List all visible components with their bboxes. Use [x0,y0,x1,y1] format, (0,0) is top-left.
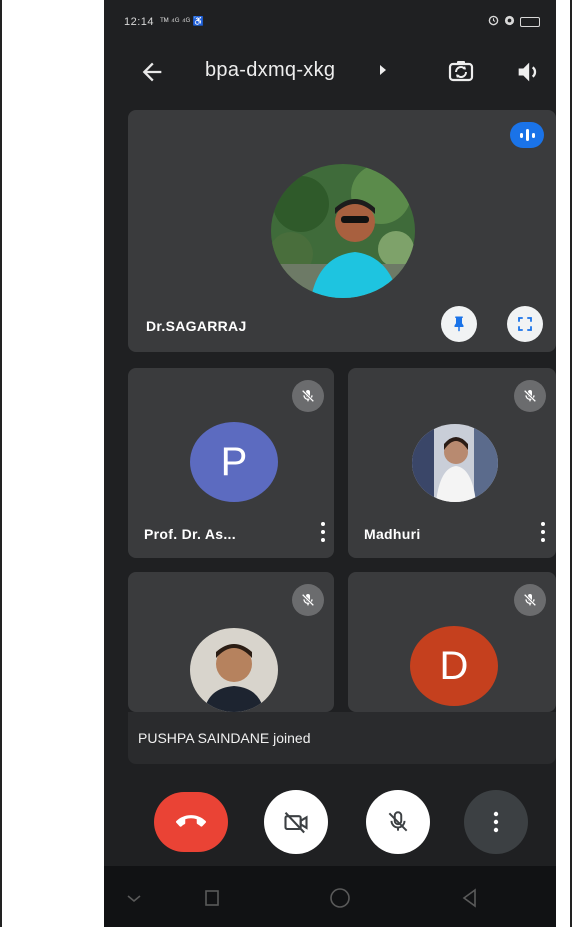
pin-icon [454,316,464,332]
toggle-camera-button[interactable] [264,790,328,854]
participant-avatar: D [410,626,498,706]
participant-avatar [271,164,415,298]
participant-tile[interactable]: Madhuri [348,368,556,558]
more-options-icon[interactable] [538,520,548,544]
wifi-icon [504,15,515,29]
battery-icon [520,17,540,27]
camera-off-icon [284,811,308,834]
fullscreen-button[interactable] [507,306,543,342]
chevron-down-icon[interactable] [122,886,146,910]
recents-icon[interactable] [200,886,224,910]
status-extra: ᵀᴹ ⁴ᴳ ⁴ᴳ ♿ [160,16,204,26]
participant-tile[interactable]: D [348,572,556,712]
back-triangle-icon[interactable] [458,886,482,910]
status-icons [488,15,540,29]
speaking-indicator-icon [510,122,544,148]
mic-off-icon [292,584,324,616]
mic-off-icon [514,584,546,616]
home-icon[interactable] [328,886,352,910]
participant-avatar: P [190,422,278,502]
end-call-button[interactable] [154,792,228,852]
participant-name: Prof. Dr. As... [144,526,236,542]
main-participant-tile[interactable]: Dr.SAGARRAJ [128,110,556,352]
participant-name: Madhuri [364,526,421,542]
phone-hangup-icon [176,815,206,827]
system-navigation-bar [104,866,556,927]
status-bar: 12:14 ᵀᴹ ⁴ᴳ ⁴ᴳ ♿ [104,0,556,36]
participant-avatar [190,628,278,712]
pin-button[interactable] [441,306,477,342]
meeting-code[interactable]: bpa-dxmq-xkg [205,59,335,82]
phone-screen: 12:14 ᵀᴹ ⁴ᴳ ⁴ᴳ ♿ bpa-dxmq-xkg Dr.SAGARRA… [104,0,556,927]
right-margin [556,0,572,927]
join-notification-text: PUSHPA SAINDANE joined [138,730,311,746]
participant-avatar [412,424,498,502]
back-arrow-icon[interactable] [138,58,166,86]
mic-off-icon [514,380,546,412]
toggle-mic-button[interactable] [366,790,430,854]
mic-off-icon [292,380,324,412]
join-notification: PUSHPA SAINDANE joined [128,712,556,764]
speaker-icon[interactable] [514,58,542,86]
more-vertical-icon [493,811,499,833]
more-options-button[interactable] [464,790,528,854]
participant-name: Dr.SAGARRAJ [146,318,247,334]
top-bar: bpa-dxmq-xkg [104,44,556,100]
alarm-icon [488,15,499,29]
left-margin [0,0,104,927]
switch-camera-icon[interactable] [446,58,476,86]
more-options-icon[interactable] [318,520,328,544]
caret-right-icon[interactable] [378,64,388,79]
mic-off-icon [388,811,408,832]
fullscreen-icon [518,317,532,331]
call-controls [104,782,556,858]
participant-tile[interactable]: P Prof. Dr. As... [128,368,334,558]
participant-tile[interactable] [128,572,334,712]
status-time: 12:14 [124,16,155,28]
